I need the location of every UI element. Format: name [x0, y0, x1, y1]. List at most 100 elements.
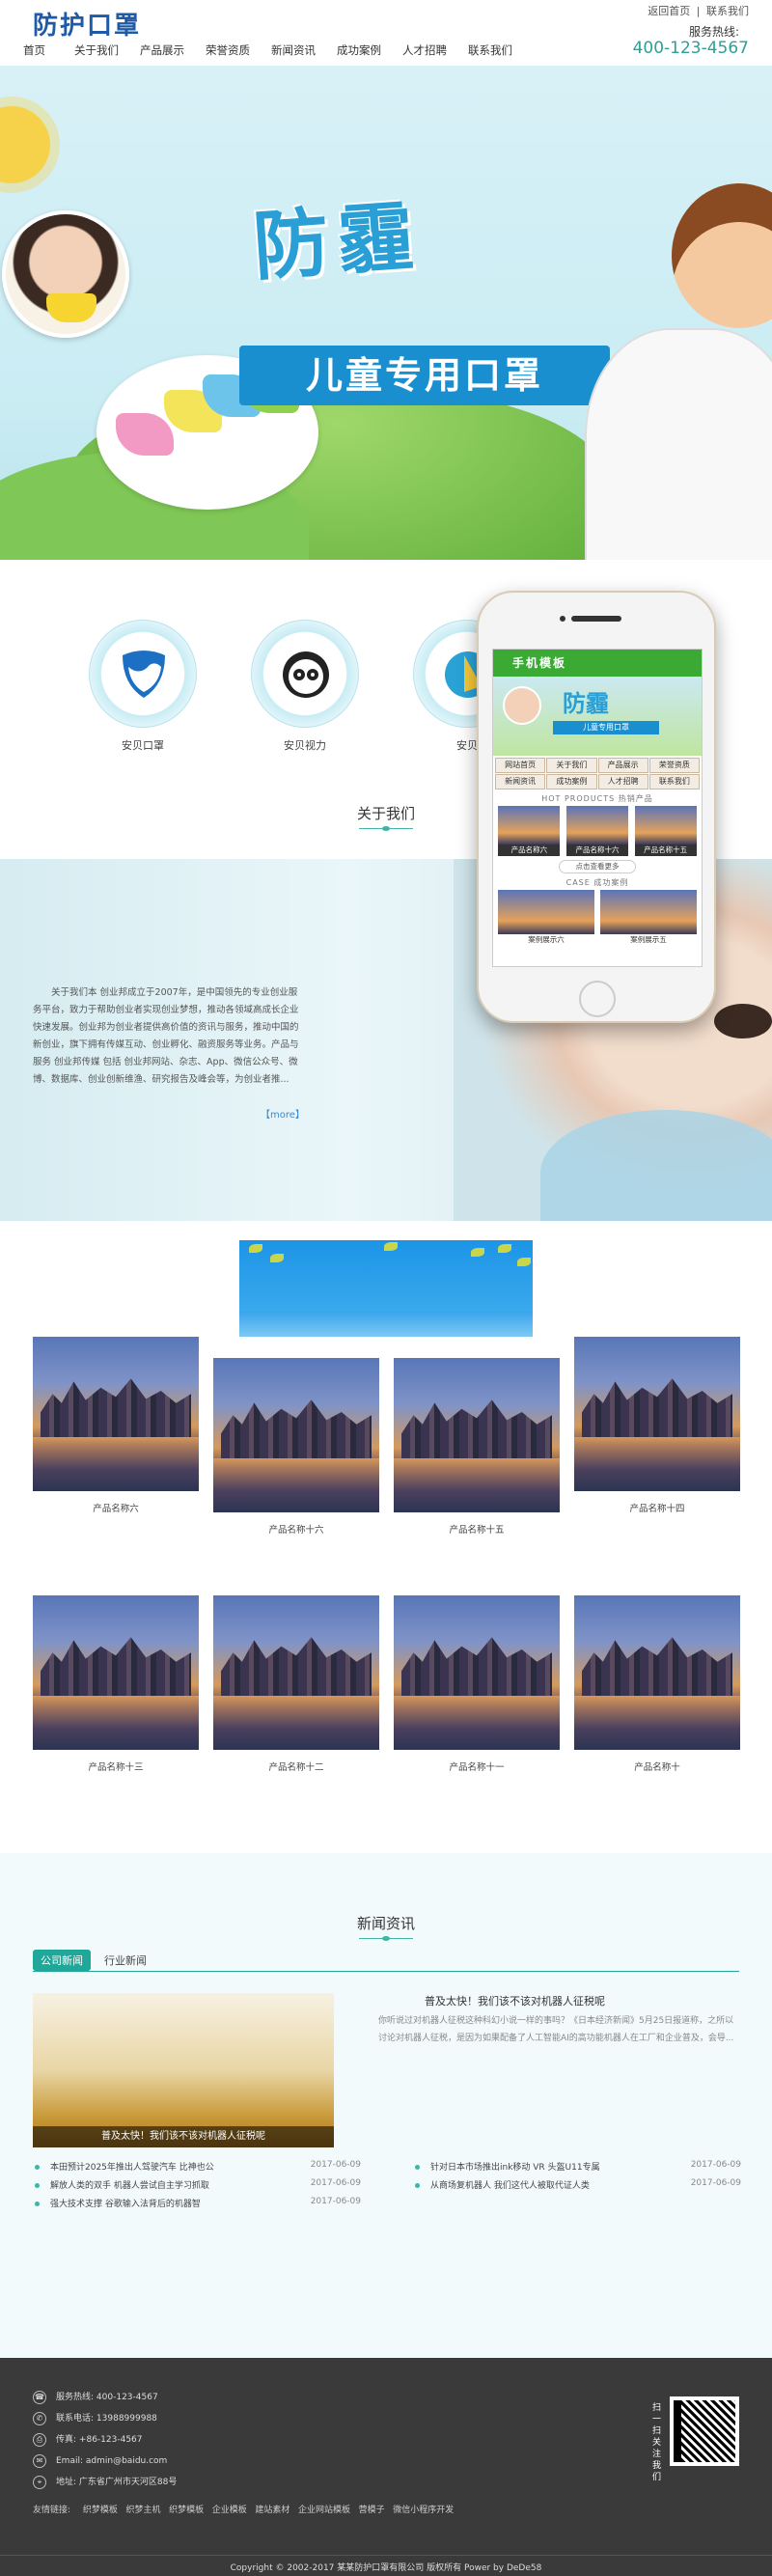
news-item[interactable]: 解放人类的双手 机器人尝试自主学习抓取 2017-06-09 — [33, 2178, 361, 2197]
contact-row: ✆ 联系电话: 13988999988 — [33, 2408, 177, 2429]
product-card[interactable]: 产品名称六 — [33, 1337, 199, 1514]
mobile-banner-title: 防霾 — [563, 689, 609, 717]
contact-value: +86-123-4567 — [78, 2435, 143, 2445]
product-card[interactable]: 产品名称十五 — [394, 1358, 560, 1536]
tab-company-news[interactable]: 公司新闻 — [33, 1950, 91, 1971]
product-image — [213, 1595, 379, 1750]
friend-link[interactable]: 织梦主机 — [126, 2506, 161, 2515]
nav-cases[interactable]: 成功案例 — [337, 42, 381, 64]
nav-products[interactable]: 产品展示 — [140, 42, 184, 64]
mobile-nav: 网站首页 关于我们 产品展示 荣誉资质 新闻资讯 成功案例 人才招聘 联系我们 — [493, 756, 702, 791]
mobile-product-name: 产品名称六 — [498, 845, 561, 856]
nav-honors[interactable]: 荣誉资质 — [206, 42, 250, 64]
nav-about[interactable]: 关于我们 — [74, 42, 119, 64]
feature-label: 安贝口罩 — [122, 739, 164, 752]
hotline-number: 400-123-4567 — [632, 39, 749, 58]
mobile-nav-item[interactable]: 关于我们 — [546, 758, 597, 773]
qr-code-image — [670, 2396, 739, 2466]
mobile-case-name: 案例展示五 — [630, 935, 667, 944]
product-card[interactable]: 产品名称十四 — [574, 1337, 740, 1514]
nav-home[interactable]: 首页 — [23, 42, 45, 64]
contact-row: ⌖ 地址: 广东省广州市天河区88号 — [33, 2472, 177, 2493]
mobile-icon: ✆ — [33, 2412, 46, 2425]
mobile-products: 产品名称六 产品名称十六 产品名称十五 — [493, 806, 702, 856]
location-icon: ⌖ — [33, 2476, 46, 2489]
friend-link[interactable]: 企业网站模板 — [298, 2506, 350, 2515]
mobile-nav-item[interactable]: 人才招聘 — [597, 774, 648, 789]
mobile-nav-item[interactable]: 产品展示 — [597, 758, 648, 773]
feature-circle — [251, 620, 359, 728]
copyright: Copyright © 2002-2017 某某防护口罩有限公司 版权所有 Po… — [230, 2563, 542, 2573]
mobile-banner[interactable]: 防霾 儿童专用口罩 — [493, 677, 702, 756]
mobile-cases: 案例展示六 案例展示五 — [493, 890, 702, 946]
contact-us-link[interactable]: 联系我们 — [706, 5, 749, 17]
friend-link[interactable]: 企业模板 — [212, 2506, 247, 2515]
news-item-title: 本田预计2025年推出人驾驶汽车 比神也公 — [50, 2163, 214, 2173]
mobile-product[interactable]: 产品名称十六 — [565, 806, 628, 856]
mobile-case[interactable]: 案例展示五 — [600, 890, 697, 946]
feature-item[interactable]: 安贝口罩 — [89, 620, 197, 753]
mobile-hot-label: HOT PRODUCTS 热销产品 — [541, 794, 653, 803]
featured-news-image[interactable]: 普及太快！我们该不该对机器人征税呢 — [33, 1993, 334, 2147]
news-item[interactable]: 从商场复机器人 我们这代人被取代证人类 2017-06-09 — [413, 2178, 741, 2197]
contact-row: ⎙ 传真: +86-123-4567 — [33, 2429, 177, 2451]
featured-news-title[interactable]: 普及太快！我们该不该对机器人征税呢 — [425, 1993, 605, 2008]
product-name: 产品名称十四 — [629, 1504, 685, 1514]
friend-links-label: 友情链接: — [33, 2506, 71, 2515]
site-logo[interactable]: 防护口罩 — [33, 6, 141, 42]
contact-value: 广东省广州市天河区88号 — [78, 2478, 178, 2487]
nav-contact[interactable]: 联系我们 — [468, 42, 512, 64]
hero-banner[interactable]: 防霾 儿童专用口罩 — [0, 66, 772, 560]
banner-subtitle: 儿童专用口罩 — [239, 346, 610, 405]
featured-news-caption: 普及太快！我们该不该对机器人征税呢 — [33, 2126, 334, 2147]
contact-value[interactable]: admin@baidu.com — [86, 2451, 167, 2472]
tab-industry-news[interactable]: 行业新闻 — [96, 1950, 154, 1971]
mobile-product[interactable]: 产品名称十五 — [634, 806, 697, 856]
friend-link[interactable]: 建站素材 — [255, 2506, 290, 2515]
products-grid: 产品名称六 产品名称十六 产品名称十五 产品名称十四 产品名称十三 产品名称十二… — [0, 1337, 772, 1853]
mobile-nav-item[interactable]: 新闻资讯 — [495, 774, 546, 789]
phone-speaker — [571, 616, 621, 622]
top-links: 返回首页 | 联系我们 — [648, 3, 749, 18]
phone-home-button — [579, 981, 616, 1017]
product-name: 产品名称十 — [634, 1762, 680, 1773]
product-name: 产品名称十三 — [88, 1762, 144, 1773]
product-card[interactable]: 产品名称十 — [574, 1595, 740, 1773]
mobile-case[interactable]: 案例展示六 — [498, 890, 594, 946]
friend-links: 友情链接: 织梦模板 织梦主机 织梦模板 企业模板 建站素材 企业网站模板 营模… — [33, 2503, 454, 2515]
mobile-nav-item[interactable]: 联系我们 — [648, 774, 700, 789]
product-name: 产品名称十一 — [449, 1762, 505, 1773]
friend-link[interactable]: 营模子 — [359, 2506, 385, 2515]
about-more-link[interactable]: 【more】 — [261, 1106, 305, 1121]
product-card[interactable]: 产品名称十六 — [213, 1358, 379, 1536]
mobile-nav-item[interactable]: 网站首页 — [495, 758, 546, 773]
feature-item[interactable]: 安贝视力 — [251, 620, 359, 753]
contact-label: 服务热线: — [56, 2393, 95, 2402]
friend-link[interactable]: 织梦模板 — [83, 2506, 118, 2515]
product-name: 产品名称六 — [93, 1504, 139, 1514]
mobile-nav-item[interactable]: 荣誉资质 — [648, 758, 700, 773]
nav-jobs[interactable]: 人才招聘 — [402, 42, 447, 64]
friend-link[interactable]: 微信小程序开发 — [393, 2506, 454, 2515]
product-card[interactable]: 产品名称十二 — [213, 1595, 379, 1773]
product-image — [33, 1595, 199, 1750]
news-item[interactable]: 强大技术支撑 谷歌输入法背后的机器智 2017-06-09 — [33, 2197, 361, 2215]
mobile-product[interactable]: 产品名称六 — [498, 806, 561, 856]
product-card[interactable]: 产品名称十一 — [394, 1595, 560, 1773]
contact-label: Email: — [56, 2456, 84, 2466]
email-icon: ✉ — [33, 2454, 46, 2468]
about-description: 关于我们本 创业邦成立于2007年，是中国领先的专业创业服务平台，致力于帮助创业… — [33, 987, 299, 1085]
back-home-link[interactable]: 返回首页 — [648, 5, 690, 17]
contact-label: 地址: — [56, 2478, 77, 2487]
news-item[interactable]: 针对日本市场推出ink移动 VR 头盔U11专属 2017-06-09 — [413, 2160, 741, 2178]
contact-label: 联系电话: — [56, 2414, 95, 2424]
fax-icon: ⎙ — [33, 2433, 46, 2447]
nav-news[interactable]: 新闻资讯 — [271, 42, 316, 64]
news-item[interactable]: 本田预计2025年推出人驾驶汽车 比神也公 2017-06-09 — [33, 2160, 361, 2178]
phone-screen: 手机模板 防霾 儿童专用口罩 网站首页 关于我们 产品展示 荣誉资质 新闻资讯 … — [492, 649, 703, 967]
product-card[interactable]: 产品名称十三 — [33, 1595, 199, 1773]
mobile-more-button[interactable]: 点击查看更多 — [559, 860, 636, 873]
mobile-nav-item[interactable]: 成功案例 — [546, 774, 597, 789]
news-item-date: 2017-06-09 — [310, 2197, 361, 2206]
friend-link[interactable]: 织梦模板 — [169, 2506, 204, 2515]
